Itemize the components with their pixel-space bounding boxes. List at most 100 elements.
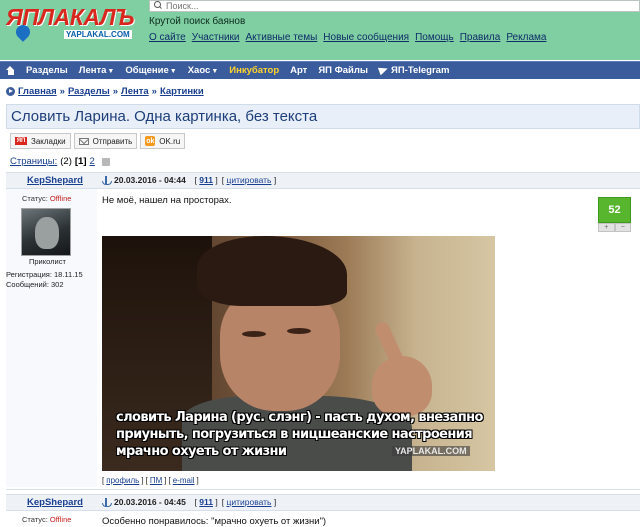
- nav-item-art[interactable]: Арт: [290, 65, 307, 76]
- header-link-new-messages[interactable]: Новые сообщения: [323, 32, 409, 43]
- site-logo[interactable]: ЯПЛАКАЛЪ YAPLAKAL.COM: [6, 4, 140, 44]
- avatar[interactable]: [21, 208, 71, 256]
- breadcrumb-pictures[interactable]: Картинки: [160, 86, 204, 97]
- search-box[interactable]: [149, 0, 640, 12]
- post-date: 20.03.2016 - 04:45: [114, 497, 186, 507]
- image-hair: [197, 236, 347, 306]
- ok-icon: ok: [145, 136, 156, 146]
- breadcrumb-separator: »: [151, 86, 157, 97]
- chevron-down-icon: ▼: [107, 68, 115, 75]
- post-date: 20.03.2016 - 04:44: [114, 175, 186, 185]
- header-link-members[interactable]: Участники: [192, 32, 240, 43]
- send-label: Отправить: [92, 136, 133, 146]
- current-page: [1]: [74, 156, 87, 167]
- anchor-icon[interactable]: [102, 175, 112, 185]
- main-nav: Разделы Лента▼ Общение▼ Хаос▼ Инкубатор …: [0, 61, 640, 79]
- site-header: ЯПЛАКАЛЪ YAPLAKAL.COM Крутой поиск баяно…: [0, 0, 640, 60]
- bracket: [: [168, 476, 171, 485]
- breadcrumb-home[interactable]: Главная: [18, 86, 57, 97]
- nav-label: Общение: [125, 65, 169, 76]
- home-icon[interactable]: [6, 66, 15, 75]
- rating-plus-button[interactable]: +: [598, 223, 615, 232]
- rating-value: 52: [598, 197, 631, 223]
- nav-item-feed[interactable]: Лента▼: [79, 65, 115, 76]
- nav-item-files[interactable]: ЯП Файлы: [318, 65, 368, 76]
- post-rating: 52 + −: [598, 197, 631, 233]
- telegram-icon: [377, 65, 390, 76]
- pagination: Страницы: (2) [1] 2: [10, 156, 110, 167]
- bracket: ]: [141, 476, 144, 485]
- post-image[interactable]: словить Ларина (рус. слэнг) - пасть духо…: [102, 236, 495, 471]
- bracket: ]: [196, 476, 199, 485]
- search-icon: [153, 1, 163, 11]
- breadcrumb: Главная » Разделы » Лента » Картинки: [6, 86, 204, 97]
- arrow-circle-icon: [6, 87, 15, 96]
- post-text: Особенно понравилось: "мрачно охуеть от …: [102, 516, 327, 527]
- user-registration: Регистрация: 18.11.15: [6, 270, 83, 279]
- bracket: ]: [164, 476, 167, 485]
- profile-link[interactable]: профиль: [106, 476, 139, 485]
- user-messages: Сообщений: 302: [6, 280, 64, 289]
- pages-count: (2): [60, 156, 72, 167]
- pages-label[interactable]: Страницы:: [10, 156, 57, 167]
- post-header: KepShepard 20.03.2016 - 04:45 [ 911 ] [ …: [6, 494, 640, 511]
- nav-item-chaos[interactable]: Хаос▼: [188, 65, 219, 76]
- post-number-wrap: [ 911 ]: [189, 497, 218, 507]
- topic-title-bar: Словить Ларина. Одна картинка, без текст…: [6, 104, 640, 129]
- quote-link[interactable]: цитировать: [226, 497, 271, 507]
- post-number-wrap: [ 911 ]: [189, 175, 218, 185]
- header-link-about[interactable]: О сайте: [149, 32, 186, 43]
- header-link-ads[interactable]: Реклама: [506, 32, 546, 43]
- ok-label: OK.ru: [159, 136, 181, 146]
- header-links: О сайте Участники Активные темы Новые со…: [149, 32, 546, 43]
- nav-item-telegram[interactable]: ЯП-Telegram: [377, 65, 450, 76]
- rating-buttons: + −: [598, 223, 631, 232]
- header-link-help[interactable]: Помощь: [415, 32, 454, 43]
- quote-wrap: [ цитировать ]: [221, 175, 277, 185]
- post-header: KepShepard 20.03.2016 - 04:44 [ 911 ] [ …: [6, 172, 640, 189]
- status-label: Статус:: [22, 194, 48, 203]
- share-row: ЯП Закладки Отправить ok OK.ru: [10, 133, 186, 149]
- nav-item-sections[interactable]: Разделы: [26, 65, 68, 76]
- yap-logo-icon: ЯП: [15, 137, 27, 145]
- breadcrumb-sections[interactable]: Разделы: [68, 86, 110, 97]
- image-watermark: YAPLAKAL.COM: [392, 446, 470, 456]
- post-author[interactable]: KepShepard: [27, 175, 83, 186]
- site-tagline: Крутой поиск баянов: [149, 16, 246, 27]
- user-status: Статус: Offline: [22, 194, 71, 203]
- bracket: [: [102, 476, 105, 485]
- page-title: Словить Ларина. Одна картинка, без текст…: [11, 108, 318, 125]
- image-eye: [242, 331, 266, 337]
- ok-share-button[interactable]: ok OK.ru: [140, 133, 186, 149]
- send-button[interactable]: Отправить: [73, 133, 138, 149]
- nav-item-incubator[interactable]: Инкубатор: [229, 65, 279, 76]
- breadcrumb-feed[interactable]: Лента: [121, 86, 149, 97]
- quote-wrap: [ цитировать ]: [221, 497, 277, 507]
- header-link-active-topics[interactable]: Активные темы: [246, 32, 318, 43]
- post-author[interactable]: KepShepard: [27, 497, 83, 508]
- quote-link[interactable]: цитировать: [226, 175, 271, 185]
- chevron-down-icon: ▼: [169, 68, 177, 75]
- nav-item-chat[interactable]: Общение▼: [125, 65, 176, 76]
- page-link-2[interactable]: 2: [90, 156, 95, 167]
- pm-link[interactable]: ПМ: [150, 476, 162, 485]
- email-link[interactable]: e-mail: [173, 476, 195, 485]
- nav-label: Разделы: [26, 65, 68, 76]
- anchor-icon[interactable]: [102, 497, 112, 507]
- rating-minus-button[interactable]: −: [614, 223, 631, 232]
- post-number[interactable]: 911: [199, 497, 213, 507]
- status-value: Offline: [49, 194, 72, 203]
- chevron-down-icon: ▼: [211, 68, 219, 75]
- post-meta: 20.03.2016 - 04:44 [ 911 ] [ цитировать …: [102, 175, 276, 185]
- breadcrumb-separator: »: [112, 86, 119, 97]
- bookmarks-label: Закладки: [31, 136, 66, 146]
- pages-menu-icon[interactable]: [101, 157, 110, 166]
- post-meta: 20.03.2016 - 04:45 [ 911 ] [ цитировать …: [102, 497, 276, 507]
- search-input[interactable]: [166, 1, 466, 11]
- header-link-rules[interactable]: Правила: [460, 32, 501, 43]
- post-number[interactable]: 911: [199, 175, 213, 185]
- avatar-face: [35, 217, 59, 249]
- user-title: Приколист: [29, 257, 66, 266]
- bookmarks-button[interactable]: ЯП Закладки: [10, 133, 71, 149]
- nav-label: ЯП-Telegram: [391, 65, 450, 76]
